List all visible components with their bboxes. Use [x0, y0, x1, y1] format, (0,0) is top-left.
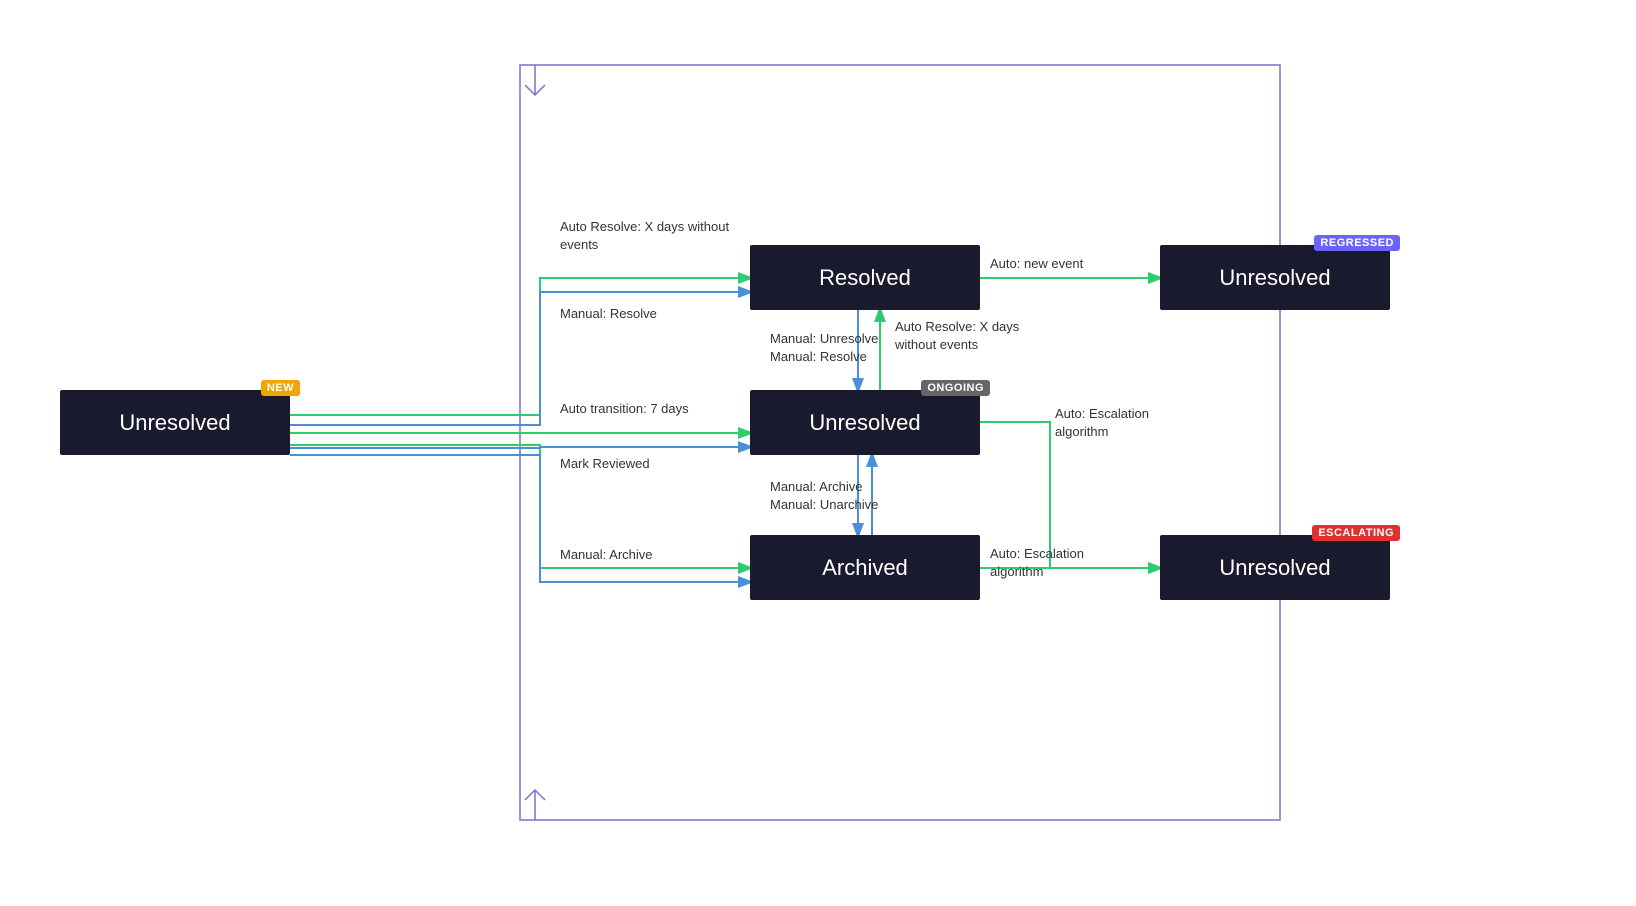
node-unresolved-escalating: Unresolved ESCALATING: [1160, 535, 1390, 600]
label-auto-resolve-right: Auto Resolve: X days without events: [895, 318, 1040, 353]
node-unresolved-new: Unresolved NEW: [60, 390, 290, 455]
label-manual-resolve: Manual: Resolve: [560, 305, 657, 323]
badge-escalating: ESCALATING: [1312, 525, 1400, 541]
node-label: Archived: [822, 555, 908, 581]
badge-ongoing: ONGOING: [921, 380, 990, 396]
node-unresolved-ongoing: Unresolved ONGOING: [750, 390, 980, 455]
node-label: Unresolved: [809, 410, 920, 436]
label-mark-reviewed: Mark Reviewed: [560, 455, 650, 473]
node-unresolved-regressed: Unresolved REGRESSED: [1160, 245, 1390, 310]
node-resolved: Resolved: [750, 245, 980, 310]
label-manual-archive-unarchive: Manual: Archive Manual: Unarchive: [770, 478, 910, 513]
label-auto-resolve-top: Auto Resolve: X days without events: [560, 218, 735, 253]
label-manual-unresolve-resolve: Manual: Unresolve Manual: Resolve: [770, 330, 900, 365]
label-auto-escalation-ongoing: Auto: Escalation algorithm: [1055, 405, 1205, 440]
badge-new: NEW: [261, 380, 300, 396]
node-archived: Archived: [750, 535, 980, 600]
badge-regressed: REGRESSED: [1314, 235, 1400, 251]
label-auto-escalation-archived: Auto: Escalation algorithm: [990, 545, 1140, 580]
node-label: Unresolved: [1219, 555, 1330, 581]
node-label: Unresolved: [119, 410, 230, 436]
node-label: Resolved: [819, 265, 911, 291]
label-auto-new-event: Auto: new event: [990, 255, 1083, 273]
label-manual-archive: Manual: Archive: [560, 546, 653, 564]
diagram-container: Unresolved NEW Resolved Unresolved ONGOI…: [0, 0, 1636, 906]
node-label: Unresolved: [1219, 265, 1330, 291]
label-auto-transition: Auto transition: 7 days: [560, 400, 689, 418]
